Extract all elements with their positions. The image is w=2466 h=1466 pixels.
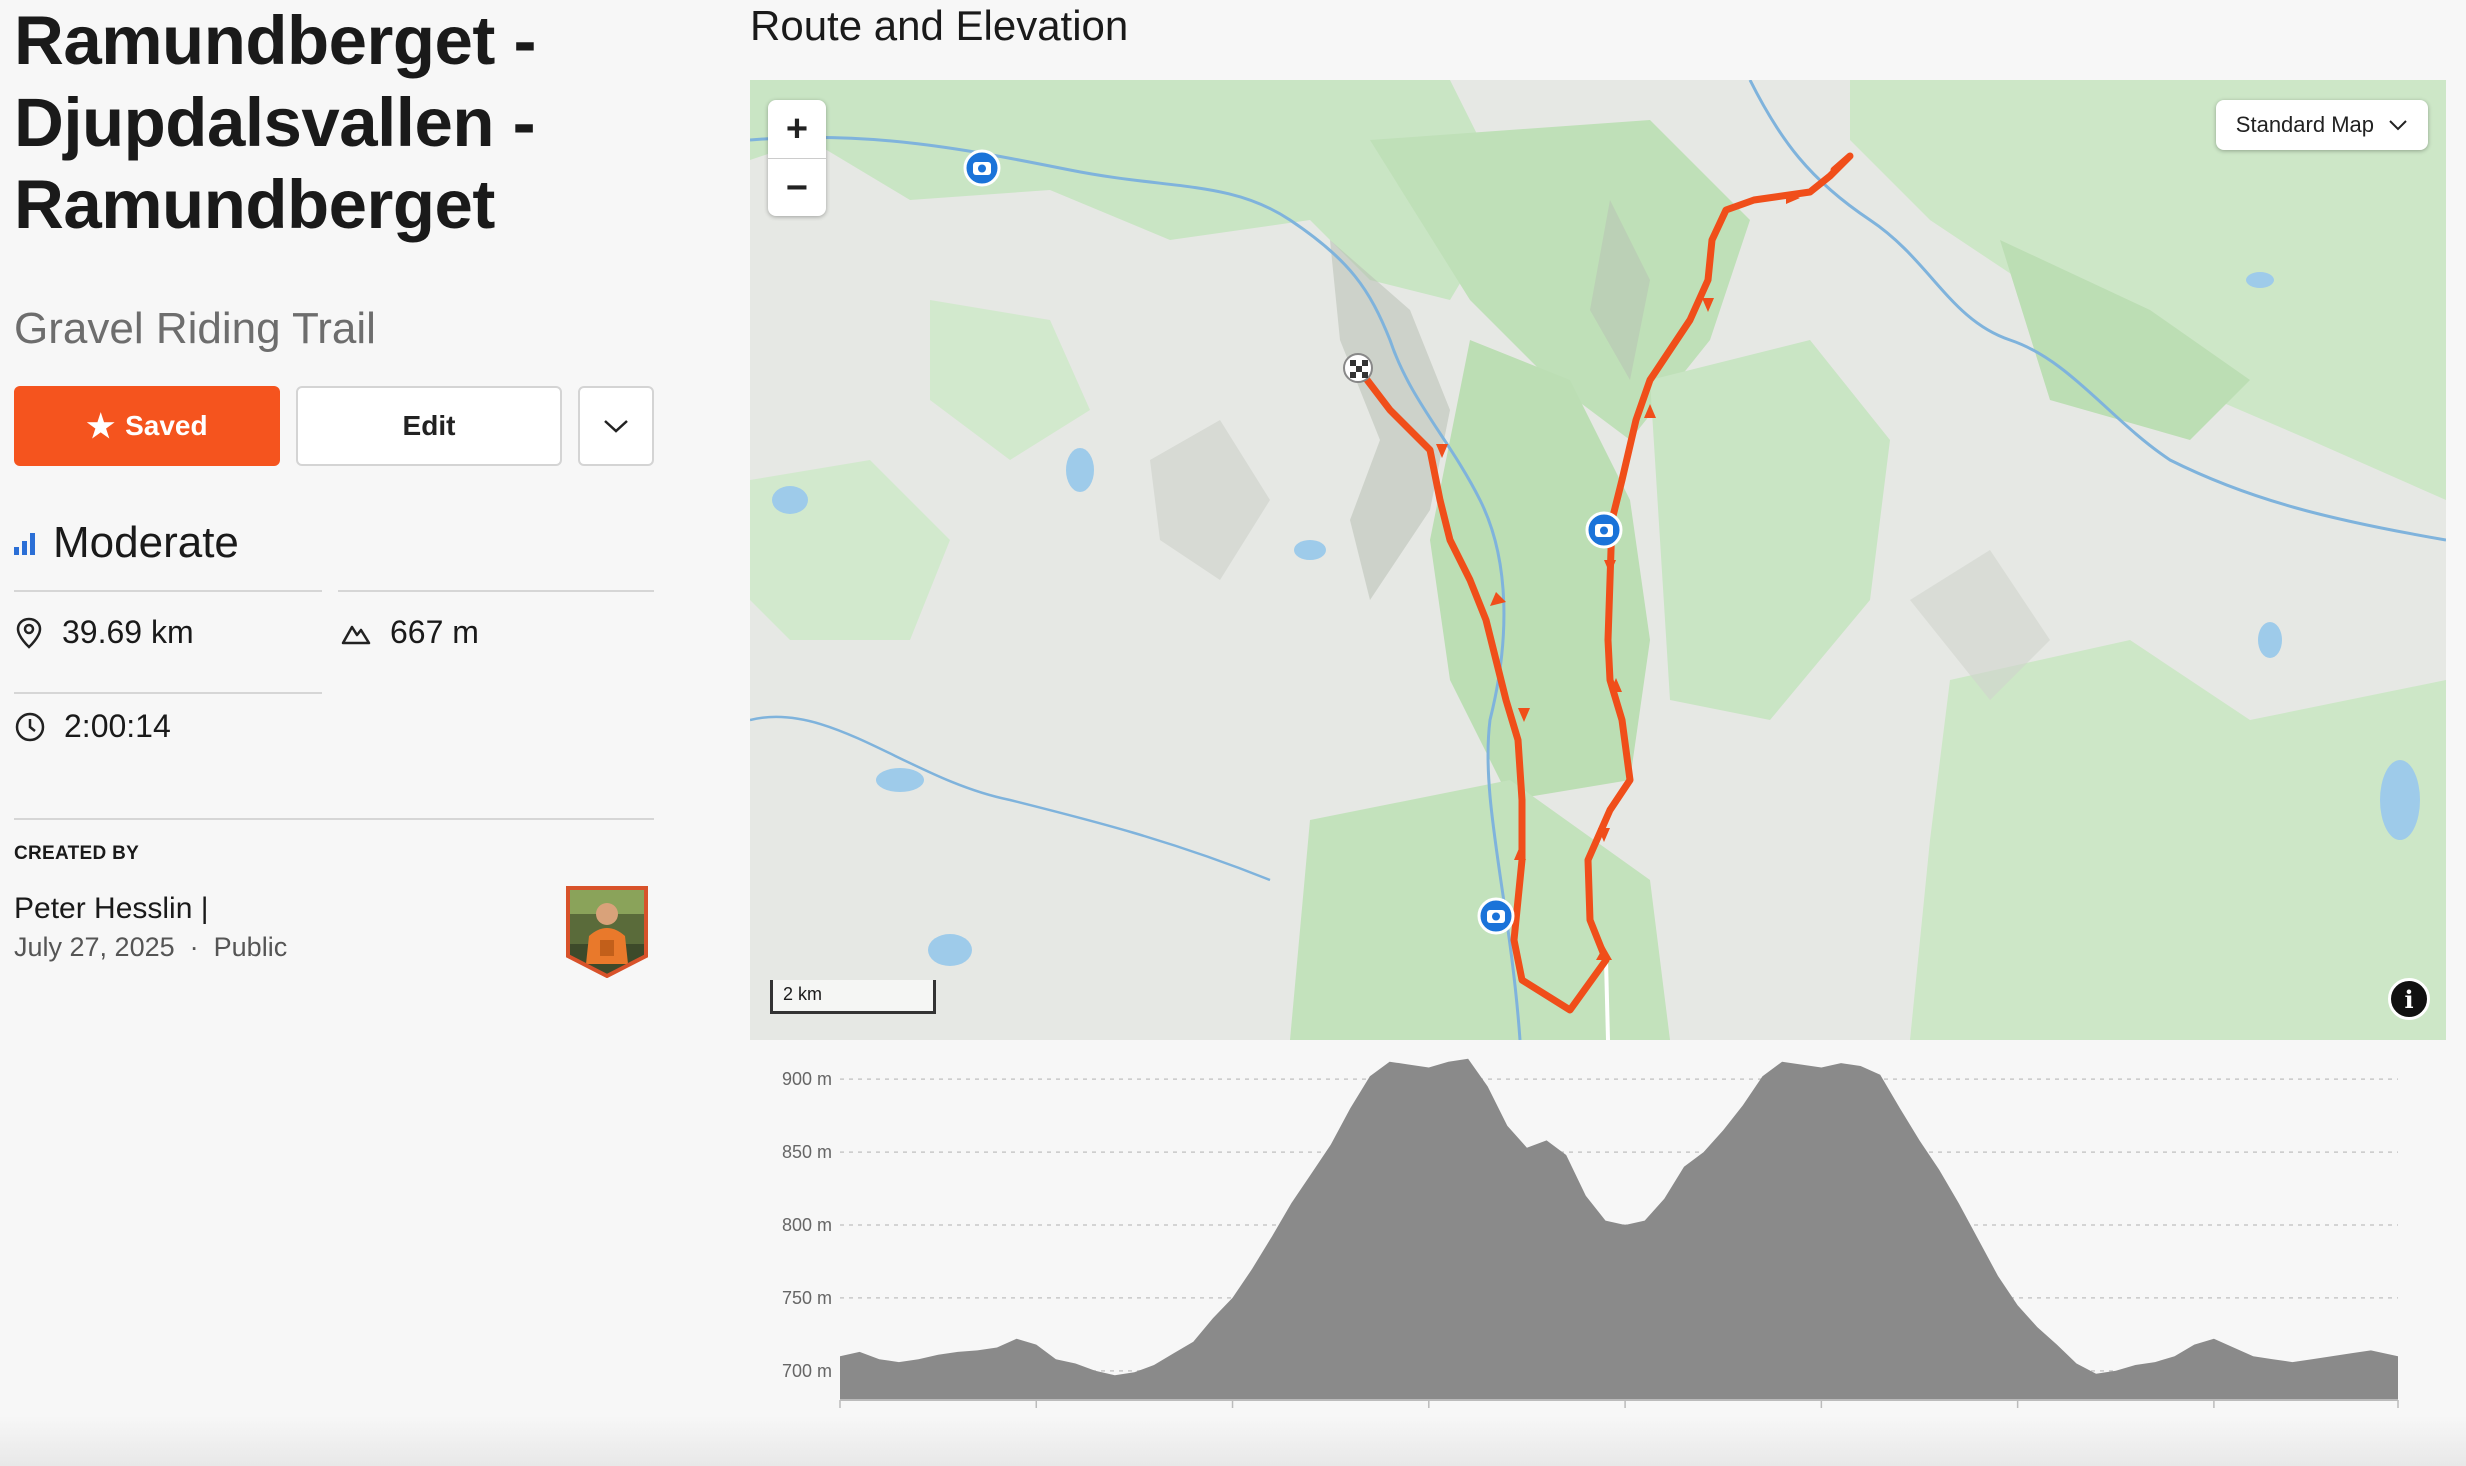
divider	[14, 818, 654, 820]
elevation-gain-stat: 667 m	[340, 614, 479, 651]
zoom-controls: + −	[768, 100, 826, 216]
route-type: Gravel Riding Trail	[14, 304, 376, 353]
chevron-down-icon	[604, 420, 628, 433]
route-map[interactable]: + − Standard Map 2 km i	[750, 80, 2446, 1040]
visibility-label: Public	[213, 932, 288, 962]
distance-stat: 39.69 km	[14, 614, 194, 651]
y-tick-label: 750 m	[782, 1288, 832, 1308]
zoom-in-button[interactable]: +	[768, 100, 826, 159]
y-tick-label: 700 m	[782, 1361, 832, 1381]
duration-value: 2:00:14	[64, 708, 171, 744]
photo-marker-icon[interactable]	[1585, 511, 1623, 549]
difficulty-label: Moderate	[53, 518, 239, 567]
saved-button[interactable]: ★ Saved	[14, 386, 280, 466]
y-tick-label: 850 m	[782, 1142, 832, 1162]
saved-button-label: Saved	[125, 410, 208, 441]
elevation-gain-value: 667 m	[390, 614, 479, 650]
y-tick-label: 900 m	[782, 1069, 832, 1089]
edit-button[interactable]: Edit	[296, 386, 562, 466]
edit-button-label: Edit	[402, 410, 456, 441]
map-scale: 2 km	[770, 980, 936, 1014]
zoom-out-button[interactable]: −	[768, 159, 826, 217]
photo-marker-icon[interactable]	[963, 149, 1001, 187]
divider	[14, 692, 322, 694]
clock-icon	[15, 712, 45, 741]
location-pin-icon	[16, 617, 42, 649]
creator-name[interactable]: Peter Hesslin |	[14, 892, 209, 926]
star-icon: ★	[86, 408, 116, 444]
divider	[338, 590, 654, 592]
section-title: Route and Elevation	[750, 2, 1129, 49]
route-title-line: Ramundberget	[14, 166, 495, 243]
chevron-down-icon	[2389, 120, 2407, 131]
info-icon[interactable]: i	[2388, 978, 2430, 1020]
map-type-label: Standard Map	[2235, 112, 2374, 137]
map-canvas[interactable]	[750, 80, 2446, 1040]
elevation-area	[840, 1058, 2398, 1400]
elevation-chart[interactable]: 900 m850 m800 m750 m700 m 5.0 km10.0 km1…	[750, 1040, 2446, 1440]
page-bottom-edge	[0, 1416, 2466, 1466]
distance-value: 39.69 km	[62, 614, 194, 650]
more-actions-button[interactable]	[578, 386, 654, 466]
route-title: Ramundberget - Djupdalsvallen - Ramundbe…	[14, 0, 654, 246]
duration-stat: 2:00:14	[14, 708, 171, 745]
divider	[14, 590, 322, 592]
map-type-dropdown[interactable]: Standard Map	[2215, 100, 2428, 150]
difficulty-rating: Moderate	[14, 518, 239, 568]
route-title-line: Ramundberget -	[14, 2, 537, 79]
avatar[interactable]	[564, 884, 650, 978]
route-title-line: Djupdalsvallen -	[14, 84, 536, 161]
y-tick-label: 800 m	[782, 1215, 832, 1235]
difficulty-bars-icon	[14, 531, 35, 555]
photo-marker-icon[interactable]	[1477, 897, 1515, 935]
creator-meta: July 27, 2025 · Public	[14, 932, 287, 963]
meta-separator: ·	[189, 932, 199, 962]
created-date: July 27, 2025	[14, 932, 175, 962]
mountain-icon	[341, 625, 371, 644]
created-by-label: CREATED BY	[14, 843, 140, 864]
start-finish-icon[interactable]	[1343, 353, 1373, 383]
